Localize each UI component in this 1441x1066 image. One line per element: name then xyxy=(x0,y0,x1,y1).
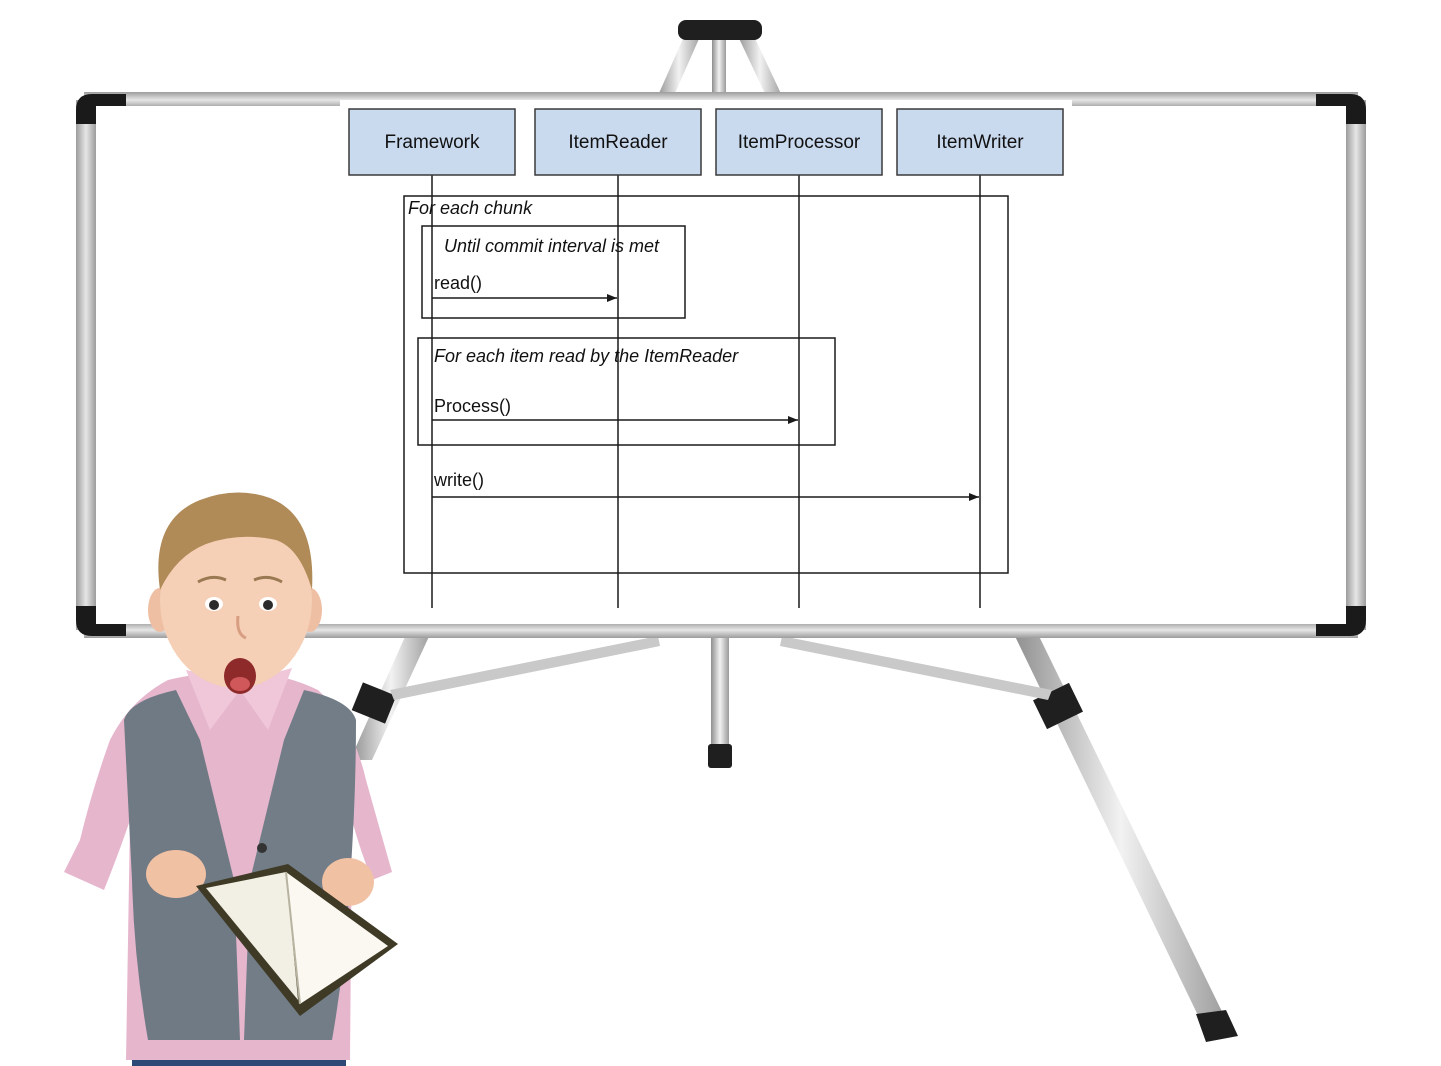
message-label: write() xyxy=(433,470,484,490)
easel-top-right-leg xyxy=(736,32,784,100)
easel-top-left-leg xyxy=(656,32,702,100)
child-tongue xyxy=(230,677,250,691)
lifeline-itemprocessor: ItemProcessor xyxy=(715,108,883,176)
lifeline-itemreader: ItemReader xyxy=(534,108,702,176)
frame-label: For each item read by the ItemReader xyxy=(434,346,739,366)
easel-center-foot xyxy=(708,744,732,768)
whiteboard-scene: Framework ItemReader ItemProcessor ItemW… xyxy=(64,20,1366,1066)
easel-center-leg xyxy=(711,630,729,750)
sequence-diagram: Framework ItemReader ItemProcessor ItemW… xyxy=(340,100,1072,612)
lifeline-label: ItemWriter xyxy=(936,132,1024,153)
easel-right-brace xyxy=(780,636,1052,700)
message-label: read() xyxy=(434,273,482,293)
vest-button xyxy=(257,843,267,853)
easel-left-brace xyxy=(390,636,660,700)
lifeline-label: ItemReader xyxy=(568,132,668,153)
frame-label: Until commit interval is met xyxy=(444,236,660,256)
child-pupil-right xyxy=(263,600,273,610)
lifeline-itemwriter: ItemWriter xyxy=(896,108,1064,176)
child-hand-left xyxy=(146,850,206,898)
lifeline-label: ItemProcessor xyxy=(738,132,861,153)
easel-top-mast xyxy=(712,32,726,102)
easel-right-foot xyxy=(1196,1010,1238,1042)
easel-top-cap xyxy=(678,20,762,40)
lifeline-label: Framework xyxy=(384,132,480,153)
whiteboard-left-rail xyxy=(76,100,96,630)
frame-label: For each chunk xyxy=(408,198,533,218)
message-label: Process() xyxy=(434,396,511,416)
lifeline-framework: Framework xyxy=(348,108,516,176)
child-pupil-left xyxy=(209,600,219,610)
whiteboard-right-rail xyxy=(1346,100,1366,630)
